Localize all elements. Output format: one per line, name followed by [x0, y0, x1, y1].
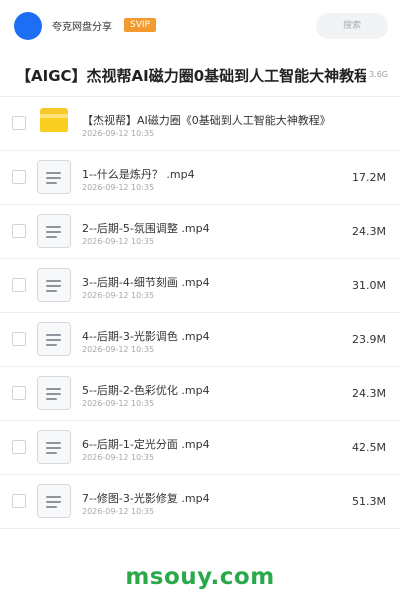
total-size: 3.6G: [369, 70, 388, 79]
file-date: 2026-09-12 10:35: [82, 129, 155, 138]
document-icon: [37, 484, 71, 518]
document-icon: [37, 376, 71, 410]
file-size: 17.2M: [352, 171, 386, 184]
file-date: 2026-09-12 10:35: [82, 453, 155, 462]
file-row[interactable]: 4--后期-3-光影调色 .mp4 2026-09-12 10:35 23.9M: [0, 313, 400, 367]
svip-badge: SVIP: [124, 18, 156, 32]
file-row[interactable]: 1--什么是炼丹？ .mp4 2026-09-12 10:35 17.2M: [0, 151, 400, 205]
file-name: 【杰视帮】AI磁力圈《0基础到人工智能大神教程》: [82, 114, 331, 127]
file-row[interactable]: 6--后期-1-定光分面 .mp4 2026-09-12 10:35 42.5M: [0, 421, 400, 475]
folder-icon: [40, 108, 68, 132]
file-row[interactable]: 3--后期-4-细节刻画 .mp4 2026-09-12 10:35 31.0M: [0, 259, 400, 313]
select-checkbox[interactable]: [12, 332, 26, 346]
file-name: 2--后期-5-氛围调整 .mp4: [82, 222, 210, 235]
file-date: 2026-09-12 10:35: [82, 291, 155, 300]
folder-row[interactable]: 【杰视帮】AI磁力圈《0基础到人工智能大神教程》 2026-09-12 10:35: [0, 97, 400, 151]
watermark-logo: msouy.com: [125, 564, 275, 590]
file-size: 31.0M: [352, 279, 386, 292]
file-date: 2026-09-12 10:35: [82, 345, 155, 354]
select-checkbox[interactable]: [12, 224, 26, 238]
file-date: 2026-09-12 10:35: [82, 183, 155, 192]
file-name: 6--后期-1-定光分面 .mp4: [82, 438, 210, 451]
file-name: 7--修图-3-光影修复 .mp4: [82, 492, 210, 505]
document-icon: [37, 160, 71, 194]
document-icon: [37, 430, 71, 464]
select-checkbox[interactable]: [12, 170, 26, 184]
file-date: 2026-09-12 10:35: [82, 399, 155, 408]
file-name: 5--后期-2-色彩优化 .mp4: [82, 384, 210, 397]
app-name: 夸克网盘分享: [52, 22, 112, 33]
file-date: 2026-09-12 10:35: [82, 237, 155, 246]
file-row[interactable]: 2--后期-5-氛围调整 .mp4 2026-09-12 10:35 24.3M: [0, 205, 400, 259]
file-size: 23.9M: [352, 333, 386, 346]
page-title: 【AIGC】杰视帮AI磁力圈0基础到人工智能大神教程: [16, 67, 366, 85]
app-header: 夸克网盘分享 SVIP 搜索: [0, 0, 400, 52]
document-icon: [37, 268, 71, 302]
file-name: 3--后期-4-细节刻画 .mp4: [82, 276, 210, 289]
file-name: 4--后期-3-光影调色 .mp4: [82, 330, 210, 343]
file-row[interactable]: 7--修图-3-光影修复 .mp4 2026-09-12 10:35 51.3M: [0, 475, 400, 529]
document-icon: [37, 322, 71, 356]
file-row[interactable]: 5--后期-2-色彩优化 .mp4 2026-09-12 10:35 24.3M: [0, 367, 400, 421]
file-size: 24.3M: [352, 387, 386, 400]
file-size: 24.3M: [352, 225, 386, 238]
select-checkbox[interactable]: [12, 116, 26, 130]
avatar[interactable]: [14, 12, 42, 40]
share-title-bar: 【AIGC】杰视帮AI磁力圈0基础到人工智能大神教程 3.6G: [0, 52, 400, 97]
select-checkbox[interactable]: [12, 386, 26, 400]
search-input[interactable]: 搜索: [316, 13, 388, 39]
file-list: 【杰视帮】AI磁力圈《0基础到人工智能大神教程》 2026-09-12 10:35…: [0, 97, 400, 529]
file-size: 42.5M: [352, 441, 386, 454]
select-checkbox[interactable]: [12, 278, 26, 292]
file-date: 2026-09-12 10:35: [82, 507, 155, 516]
file-size: 51.3M: [352, 495, 386, 508]
select-checkbox[interactable]: [12, 440, 26, 454]
document-icon: [37, 214, 71, 248]
select-checkbox[interactable]: [12, 494, 26, 508]
file-name: 1--什么是炼丹？ .mp4: [82, 168, 195, 181]
